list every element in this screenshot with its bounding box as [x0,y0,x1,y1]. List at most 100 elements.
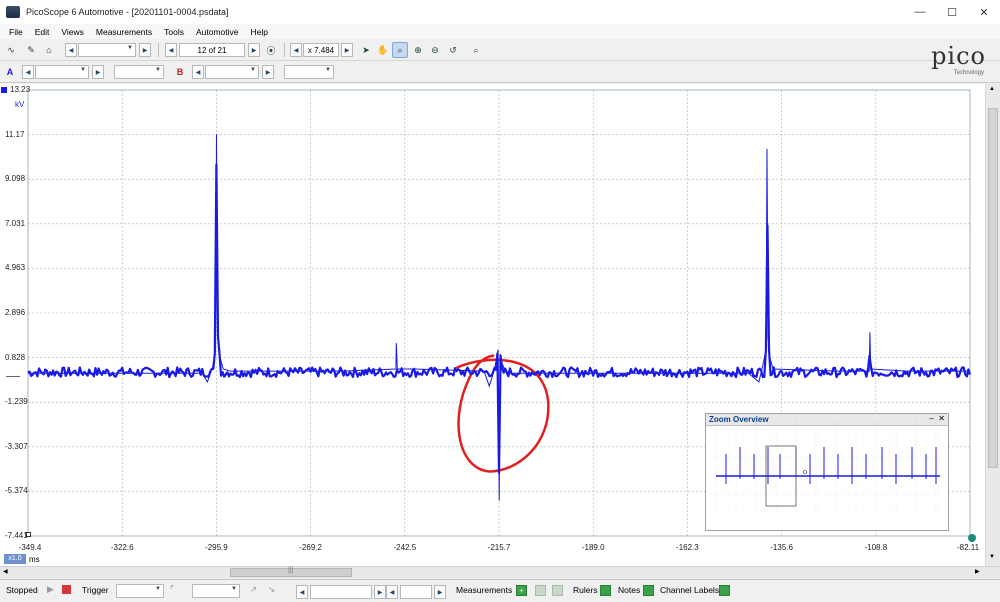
channel-b-range-select[interactable]: ▼ [205,65,259,79]
channel-b-coupling-select[interactable]: ▼ [284,65,334,79]
x-tick-label: -82.11 [956,543,980,552]
zoom-next-button[interactable]: ▶ [341,43,353,57]
zoom-prev-button[interactable]: ◀ [290,43,302,57]
menu-help[interactable]: Help [244,27,273,37]
vertical-scrollbar[interactable]: ▲ ▼ [985,84,1000,566]
edit-measurement-icon[interactable] [535,585,546,596]
scroll-right-icon[interactable]: ▶ [975,568,980,575]
falling-edge-icon[interactable]: ↘ [268,584,275,595]
title-bar: PicoScope 6 Automotive - [20201101-0004.… [0,0,1000,24]
scroll-down-icon[interactable]: ▼ [989,554,995,560]
menu-edit[interactable]: Edit [29,27,56,37]
channel-a-coupling-select[interactable]: ▼ [114,65,164,79]
trigger-label: Trigger [82,585,109,595]
undo-zoom-icon[interactable]: ↺ [445,42,461,58]
y-tick-label: 0.828 [5,352,26,362]
pencil-icon[interactable]: ✎ [23,42,39,58]
zoom-fit-icon[interactable]: ⌕ [468,42,484,58]
zero-offset-marker[interactable] [6,376,20,377]
x-scale-badge[interactable]: x1.0 [4,554,26,564]
scroll-up-icon[interactable]: ▲ [989,86,995,92]
trigger-level-next-button[interactable]: ▶ [374,585,386,599]
close-button[interactable]: ✕ [968,0,1000,24]
menu-bar: File Edit Views Measurements Tools Autom… [0,24,1000,39]
channel-a-prev-button[interactable]: ◀ [22,65,34,79]
x-tick-label: -295.9 [205,543,228,552]
x-tick-label: -242.5 [393,543,417,552]
ruler-handle[interactable] [968,534,976,542]
scroll-grip-icon: ||| [288,567,294,574]
x-unit-label: ms [29,555,40,564]
wave-icon[interactable]: ∿ [3,42,19,58]
home-icon[interactable]: ⌂ [41,42,57,58]
pretrigger-next-button[interactable]: ▶ [434,585,446,599]
pointer-tool-icon[interactable]: ➤ [358,42,374,58]
y-tick-label: -3.307 [5,441,28,451]
channel-toolbar: A ◀ ▼ ▶ ▼ B ◀ ▼ ▶ ▼ [0,61,1000,83]
zoom-area-icon[interactable]: ⌕ [392,42,408,58]
vertical-scroll-thumb[interactable] [988,108,998,468]
menu-tools[interactable]: Tools [158,27,190,37]
menu-measurements[interactable]: Measurements [90,27,158,37]
rising-edge-icon[interactable]: ↗ [250,584,257,595]
channel-b-prev-button[interactable]: ◀ [192,65,204,79]
zoom-overview-panel[interactable]: Zoom Overview – ✕ [705,413,949,531]
y-tick-label: -1.239 [5,397,28,407]
y-tick-label: 9.098 [5,174,26,184]
y-tick-label: 7.031 [5,218,26,228]
rulers-icon[interactable] [600,585,611,596]
delete-measurement-icon[interactable] [552,585,563,596]
scope-view[interactable]: 13.23 11.17 9.098 7.031 4.963 2.896 0.828 -1.23… [0,84,1000,566]
zoom-out-icon[interactable]: ⊖ [427,42,443,58]
buffer-position-field[interactable]: 12 of 21 [179,43,245,57]
menu-views[interactable]: Views [55,27,90,37]
channel-labels-label: Channel Labels [660,585,720,595]
trigger-level-field[interactable] [310,585,372,599]
buffer-next-button[interactable]: ▶ [248,43,260,57]
zoom-overview-chart[interactable] [706,414,948,518]
y-tick-label: 2.896 [5,308,26,317]
x-tick-label: -108.8 [864,543,888,552]
maximize-button[interactable]: ☐ [936,0,968,24]
status-bar: Stopped ▶ Trigger ▼ ⌜ ▼ ↗ ↘ ◀ ▶ ◀ ▶ Meas… [0,579,1000,602]
axis-corner-marker [26,532,31,537]
channel-b-next-button[interactable]: ▶ [262,65,274,79]
channel-b-button[interactable]: B [172,64,188,80]
pretrigger-prev-button[interactable]: ◀ [386,585,398,599]
x-tick-label: -269.2 [299,543,322,552]
rulers-label: Rulers [573,585,598,595]
notes-icon[interactable] [643,585,654,596]
zoom-value-field[interactable]: x 7.484 [303,43,339,57]
menu-automotive[interactable]: Automotive [190,27,245,37]
horizontal-scrollbar[interactable]: ◀ ||| ▶ [0,566,1000,578]
channel-a-range-select[interactable]: ▼ [35,65,89,79]
zoom-in-icon[interactable]: ⊕ [410,42,426,58]
menu-file[interactable]: File [0,27,29,37]
trigger-mode-select[interactable]: ▼ [116,584,164,598]
trigger-edge-icon[interactable]: ⌜ [170,584,174,595]
buffer-prev-button[interactable]: ◀ [165,43,177,57]
run-state-label: Stopped [6,585,38,595]
x-tick-label: -349.4 [18,543,42,552]
start-icon[interactable]: ▶ [47,584,54,595]
scroll-left-icon[interactable]: ◀ [3,568,8,575]
y-unit-label: kV [15,100,25,109]
minimize-button[interactable]: — [904,0,936,24]
app-icon [6,6,20,18]
hand-tool-icon[interactable]: ✋ [375,42,391,58]
pretrigger-field[interactable] [400,585,432,599]
channel-labels-icon[interactable] [719,585,730,596]
y-tick-label: 4.963 [5,263,26,273]
x-tick-label: -135.6 [770,543,793,552]
prev-arrow-button[interactable]: ◀ [65,43,77,57]
trigger-channel-select[interactable]: ▼ [192,584,240,598]
next-arrow-button[interactable]: ▶ [139,43,151,57]
channel-a-next-button[interactable]: ▶ [92,65,104,79]
timebase-select[interactable]: ▼ [78,43,136,57]
stop-icon[interactable] [62,585,71,594]
y-tick-label: -5.374 [5,486,28,496]
trigger-level-prev-button[interactable]: ◀ [296,585,308,599]
add-measurement-icon[interactable]: + [516,585,527,596]
compass-icon[interactable]: ⦿ [263,42,279,58]
channel-a-button[interactable]: A [2,64,18,80]
